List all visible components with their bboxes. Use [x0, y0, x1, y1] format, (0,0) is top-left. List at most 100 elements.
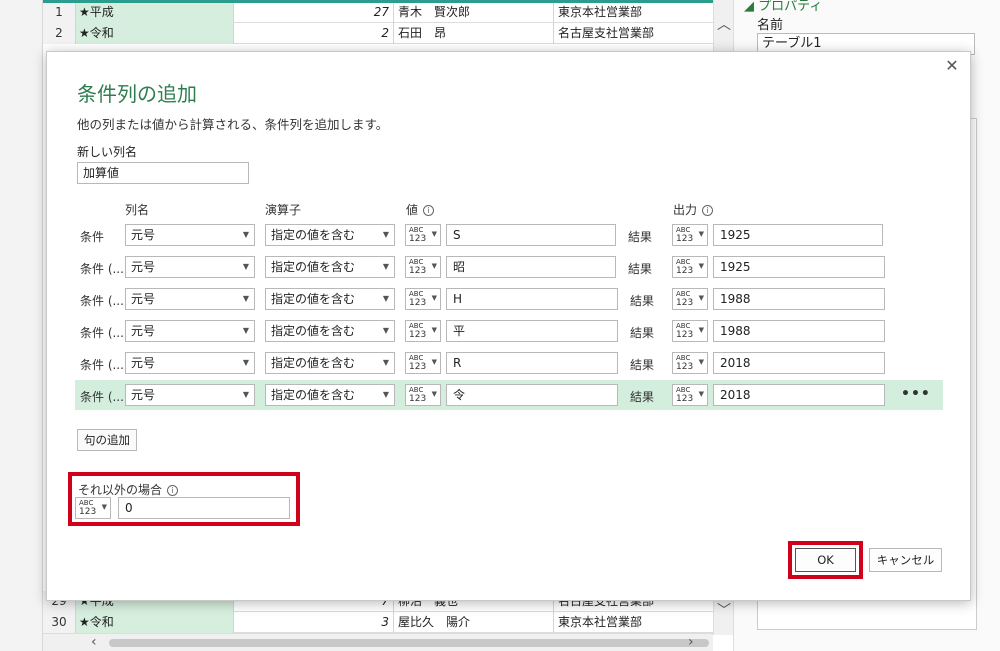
output-type-button[interactable]: ABC 123 ▼ [672, 288, 708, 310]
row-number: 30 [43, 612, 76, 633]
properties-title[interactable]: ◢ プロパティ [744, 0, 822, 14]
chevron-down-icon: ▼ [382, 230, 389, 239]
value-input[interactable]: 昭 [446, 256, 616, 278]
output-type-button[interactable]: ABC 123 ▼ [672, 224, 708, 246]
column-header-strip [43, 0, 713, 3]
operator-select[interactable]: 指定の値を含む ▼ [265, 320, 395, 342]
value-input[interactable]: S [446, 224, 616, 246]
more-options-icon[interactable]: ••• [901, 386, 931, 402]
chevron-down-icon: ▼ [431, 230, 437, 238]
add-conditional-column-dialog: ✕ 条件列の追加 他の列または値から計算される、条件列を追加します。 新しい列名… [46, 51, 971, 601]
column-select[interactable]: 元号 ▼ [125, 224, 255, 246]
chevron-down-icon: ▼ [431, 294, 437, 302]
value-type-button[interactable]: ABC 123 ▼ [405, 256, 441, 278]
chevron-down-icon[interactable]: ﹀ [714, 600, 734, 620]
cell: 3 [234, 612, 394, 633]
output-input[interactable]: 1988 [713, 288, 885, 310]
column-select[interactable]: 元号 ▼ [125, 256, 255, 278]
table-row[interactable]: 1 ★平成 27 青木 賢次郎 東京本社営業部 [43, 2, 733, 23]
chevron-right-icon[interactable]: › [688, 634, 694, 650]
cell: 東京本社営業部 [554, 612, 714, 633]
cell: 石田 昂 [394, 23, 554, 44]
output-input[interactable]: 1925 [713, 256, 885, 278]
name-label: 名前 [757, 18, 784, 33]
row-number: 1 [43, 2, 76, 23]
cancel-button[interactable]: キャンセル [869, 548, 942, 572]
output-input[interactable]: 2018 [713, 352, 885, 374]
chevron-down-icon: ▼ [431, 262, 437, 270]
else-type-button[interactable]: ABC 123 ▼ [75, 497, 111, 519]
value-type-button[interactable]: ABC 123 ▼ [405, 352, 441, 374]
operator-select[interactable]: 指定の値を含む ▼ [265, 224, 395, 246]
value-type-button[interactable]: ABC 123 ▼ [405, 224, 441, 246]
value-input[interactable]: R [446, 352, 618, 374]
operator-select[interactable]: 指定の値を含む ▼ [265, 352, 395, 374]
chevron-down-icon: ▼ [242, 294, 249, 303]
scroll-thumb[interactable] [109, 639, 709, 647]
condition-row: 条件 (... 元号 ▼ 指定の値を含む ▼ ABC 123 ▼ 昭 結果 ABC 123… [75, 252, 943, 282]
ok-button[interactable]: OK [795, 548, 856, 572]
condition-row: 条件 (... 元号 ▼ 指定の値を含む ▼ ABC 123 ▼ 平 結果 ABC 123… [75, 316, 943, 346]
value-type-button[interactable]: ABC 123 ▼ [405, 320, 441, 342]
column-select[interactable]: 元号 ▼ [125, 352, 255, 374]
value-input[interactable]: 平 [446, 320, 618, 342]
value-type-button[interactable]: ABC 123 ▼ [405, 384, 441, 406]
condition-row: 条件 (... 元号 ▼ 指定の値を含む ▼ ABC 123 ▼ R 結果 ABC 123… [75, 348, 943, 378]
output-type-button[interactable]: ABC 123 ▼ [672, 256, 708, 278]
column-header: 列名 [125, 203, 150, 217]
condition-label: 条件 (... [80, 390, 124, 404]
output-input[interactable]: 2018 [713, 384, 885, 406]
else-value-input[interactable]: 0 [118, 497, 290, 519]
horizontal-scrollbar[interactable]: ‹ › [43, 633, 713, 651]
condition-row-selected: 条件 (... 元号 ▼ 指定の値を含む ▼ ABC 123 ▼ 令 結果 ABC 123… [75, 380, 943, 410]
chevron-down-icon: ▼ [382, 326, 389, 335]
value-type-button[interactable]: ABC 123 ▼ [405, 288, 441, 310]
table-row[interactable]: 30 ★令和 3 屋比久 陽介 東京本社営業部 [43, 612, 733, 633]
column-select[interactable]: 元号 ▼ [125, 288, 255, 310]
output-type-button[interactable]: ABC 123 ▼ [672, 352, 708, 374]
operator-select[interactable]: 指定の値を含む ▼ [265, 256, 395, 278]
row-number: 2 [43, 23, 76, 44]
new-column-label: 新しい列名 [77, 145, 138, 159]
operator-select[interactable]: 指定の値を含む ▼ [265, 288, 395, 310]
chevron-down-icon: ▼ [101, 503, 107, 511]
column-select[interactable]: 元号 ▼ [125, 384, 255, 406]
info-icon: i [702, 205, 714, 216]
operator-select[interactable]: 指定の値を含む ▼ [265, 384, 395, 406]
else-label: それ以外の場合 i [78, 481, 179, 498]
value-input[interactable]: H [446, 288, 618, 310]
cell: 名古屋支社営業部 [554, 23, 714, 44]
chevron-down-icon: ▼ [382, 294, 389, 303]
condition-label: 条件 (... [80, 326, 124, 340]
chevron-down-icon: ▼ [698, 326, 704, 334]
chevron-down-icon: ▼ [698, 390, 704, 398]
table-row[interactable]: 2 ★令和 2 石田 昂 名古屋支社営業部 [43, 23, 733, 44]
chevron-left-icon[interactable]: ‹ [91, 634, 97, 650]
value-input[interactable]: 令 [446, 384, 618, 406]
result-label: 結果 [630, 326, 655, 340]
cell: 東京本社営業部 [554, 2, 714, 23]
chevron-down-icon: ▼ [431, 358, 437, 366]
chevron-down-icon: ▼ [698, 294, 704, 302]
close-icon[interactable]: ✕ [942, 56, 962, 76]
add-clause-button[interactable]: 句の追加 [77, 429, 137, 451]
column-select[interactable]: 元号 ▼ [125, 320, 255, 342]
new-column-name-input[interactable]: 加算値 [77, 162, 249, 184]
condition-label: 条件 [80, 230, 105, 244]
condition-row: 条件 (... 元号 ▼ 指定の値を含む ▼ ABC 123 ▼ H 結果 ABC 123… [75, 284, 943, 314]
result-label: 結果 [628, 230, 653, 244]
result-label: 結果 [630, 294, 655, 308]
cell: 屋比久 陽介 [394, 612, 554, 633]
chevron-down-icon: ▼ [382, 390, 389, 399]
chevron-down-icon: ▼ [242, 262, 249, 271]
chevron-down-icon: ▼ [431, 390, 437, 398]
output-type-button[interactable]: ABC 123 ▼ [672, 320, 708, 342]
chevron-down-icon: ▼ [382, 358, 389, 367]
result-label: 結果 [630, 390, 655, 404]
chevron-up-icon[interactable]: ︿ [714, 14, 734, 34]
cell: 青木 賢次郎 [394, 2, 554, 23]
output-type-button[interactable]: ABC 123 ▼ [672, 384, 708, 406]
output-input[interactable]: 1988 [713, 320, 885, 342]
result-label: 結果 [628, 262, 653, 276]
output-input[interactable]: 1925 [713, 224, 883, 246]
